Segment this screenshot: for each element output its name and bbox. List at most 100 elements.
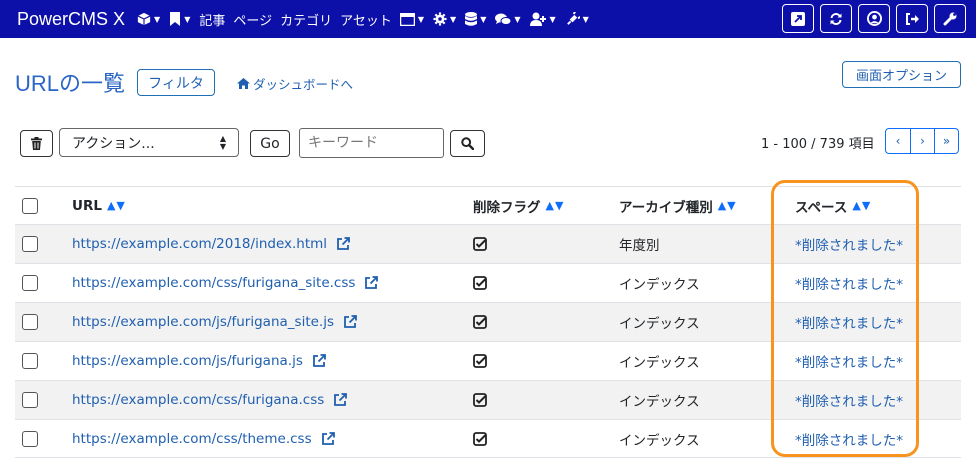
user-plus-icon — [529, 12, 546, 26]
checked-square-icon — [473, 431, 487, 446]
row-checkbox[interactable] — [22, 236, 38, 252]
last-page-button[interactable]: » — [934, 129, 958, 153]
sync-button[interactable] — [820, 4, 852, 33]
navbar-right-buttons — [776, 4, 966, 33]
sort-arrows-icon[interactable]: ▲▼ — [852, 199, 871, 212]
row-checkbox[interactable] — [22, 275, 38, 291]
archive-type-cell: インデックス — [619, 355, 700, 371]
brand-logo[interactable]: PowerCMS X — [17, 9, 125, 30]
profile-button[interactable] — [858, 4, 890, 33]
table-row: https://example.com/css/furigana_site.cs… — [15, 263, 961, 302]
view-site-button[interactable] — [782, 4, 814, 33]
checked-square-icon — [473, 276, 487, 290]
external-link-icon[interactable] — [333, 393, 348, 407]
space-cell: *削除されました* — [795, 277, 903, 293]
nav-pages[interactable]: ページ — [233, 10, 272, 29]
pager: ‹ › » — [885, 128, 959, 154]
screen-options-button[interactable]: 画面オプション — [842, 61, 961, 88]
gear-icon — [433, 12, 447, 26]
archive-type-cell: 年度別 — [619, 238, 660, 254]
nav-database-menu[interactable]: ▼ — [465, 11, 487, 27]
checked-square-icon — [473, 315, 487, 329]
chevron-down-icon: ▼ — [450, 14, 457, 24]
column-header-space[interactable]: スペース — [795, 196, 847, 216]
search-icon — [461, 137, 474, 150]
url-link[interactable]: https://example.com/css/furigana_site.cs… — [72, 275, 355, 291]
row-checkbox[interactable] — [22, 353, 38, 369]
nav-window-menu[interactable]: ▼ — [399, 12, 424, 26]
table-row: https://example.com/js/furigana.js インデック… — [15, 341, 961, 380]
go-button[interactable]: Go — [250, 130, 290, 157]
nav-users-menu[interactable]: ▼ — [529, 12, 556, 26]
nav-categories[interactable]: カテゴリ — [280, 10, 332, 29]
sort-arrows-icon[interactable]: ▲▼ — [107, 199, 126, 212]
row-checkbox[interactable] — [22, 430, 38, 447]
bookmark-icon — [170, 12, 181, 26]
prev-page-button[interactable]: ‹ — [886, 129, 910, 153]
chevron-down-icon: ▼ — [549, 14, 556, 24]
sort-arrows-icon[interactable]: ▲▼ — [546, 199, 565, 212]
chevron-down-icon: ▼ — [154, 14, 161, 24]
logout-button[interactable] — [896, 4, 928, 33]
external-square-icon — [791, 11, 805, 26]
external-link-icon[interactable] — [312, 354, 326, 368]
column-header-archive-type[interactable]: アーカイブ種別 — [619, 196, 713, 216]
chevron-down-icon: ▼ — [184, 14, 191, 24]
delete-button[interactable] — [20, 130, 53, 157]
external-link-icon[interactable] — [364, 276, 379, 290]
filter-button[interactable]: フィルタ — [137, 69, 215, 96]
nav-plugins-menu[interactable]: ▼ — [565, 11, 589, 27]
row-checkbox[interactable] — [22, 314, 38, 330]
checked-square-icon — [473, 354, 487, 368]
archive-type-cell: インデックス — [619, 277, 700, 293]
user-circle-icon — [866, 11, 882, 26]
url-link[interactable]: https://example.com/2018/index.html — [72, 236, 327, 252]
nav-bookmark-menu[interactable]: ▼ — [169, 12, 190, 26]
dashboard-link[interactable]: ダッシュボードへ — [237, 74, 353, 93]
space-cell: *削除されました* — [795, 316, 903, 332]
search-button[interactable] — [450, 130, 485, 157]
checked-square-icon — [473, 393, 487, 407]
navbar: PowerCMS X ▼ ▼ 記事 ページ カテゴリ アセット ▼ ▼ ▼ ▼ … — [0, 0, 976, 38]
select-all-checkbox[interactable] — [22, 197, 38, 214]
checked-square-icon — [473, 237, 487, 251]
action-select[interactable]: アクション... ▲ ▼ — [59, 128, 239, 157]
comments-icon — [495, 13, 512, 25]
table-row: https://example.com/js/furigana_site.js … — [15, 302, 961, 341]
action-select-value: アクション... — [72, 135, 155, 152]
chevron-down-icon: ▼ — [582, 14, 589, 24]
external-link-icon[interactable] — [321, 431, 335, 446]
select-arrows-icon: ▲ ▼ — [219, 134, 226, 151]
url-link[interactable]: https://example.com/js/furigana_site.js — [72, 314, 334, 330]
nav-assets[interactable]: アセット — [340, 10, 392, 29]
nav-settings-menu[interactable]: ▼ — [433, 12, 456, 26]
column-header-delete-flag[interactable]: 削除フラグ — [473, 196, 541, 216]
home-icon — [237, 78, 250, 89]
space-cell: *削除されました* — [795, 355, 903, 371]
archive-type-cell: インデックス — [619, 394, 700, 410]
wrench-icon — [943, 12, 957, 25]
next-page-button[interactable]: › — [910, 129, 934, 153]
dashboard-link-label: ダッシュボードへ — [253, 77, 354, 92]
sign-out-icon — [905, 12, 919, 25]
url-link[interactable]: https://example.com/js/furigana.js — [72, 353, 303, 369]
archive-type-cell: インデックス — [619, 432, 700, 449]
nav-entries[interactable]: 記事 — [199, 10, 225, 29]
external-link-icon[interactable] — [343, 315, 357, 329]
external-link-icon[interactable] — [336, 237, 350, 251]
column-header-url[interactable]: URL — [72, 198, 102, 214]
sort-arrows-icon[interactable]: ▲▼ — [718, 199, 737, 212]
url-link[interactable]: https://example.com/css/theme.css — [72, 431, 312, 447]
url-link[interactable]: https://example.com/css/furigana.css — [72, 392, 324, 408]
nav-cube-menu[interactable]: ▼ — [137, 12, 160, 26]
table-row: https://example.com/2018/index.html 年度別 … — [15, 224, 961, 263]
keyword-input[interactable] — [299, 128, 444, 158]
row-checkbox[interactable] — [22, 392, 38, 408]
tools-button[interactable] — [934, 4, 966, 33]
nav-comments-menu[interactable]: ▼ — [495, 13, 521, 26]
archive-type-cell: インデックス — [619, 316, 700, 332]
sync-icon — [830, 12, 842, 25]
chevron-down-icon: ▼ — [480, 14, 487, 24]
table-row: https://example.com/css/furigana.css インデ… — [15, 380, 961, 419]
table-row: https://example.com/css/theme.css インデックス… — [15, 419, 961, 458]
